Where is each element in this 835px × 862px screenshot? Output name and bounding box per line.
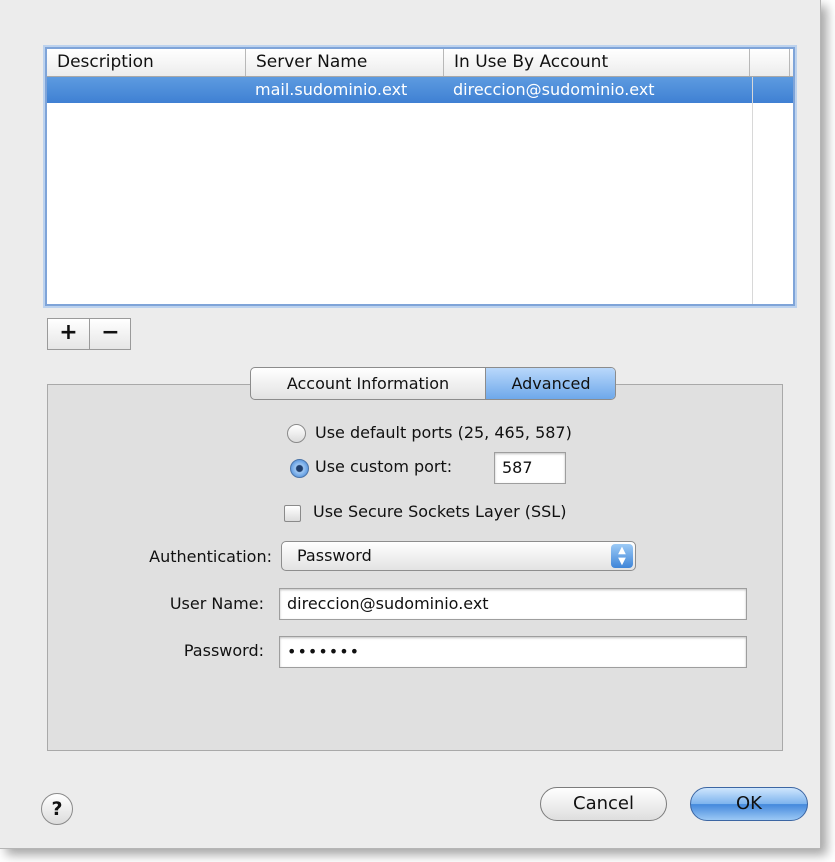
cancel-button[interactable]: Cancel <box>540 787 667 821</box>
table-header: Description Server Name In Use By Accoun… <box>47 49 793 77</box>
add-remove-control: + − <box>47 318 131 350</box>
password-label: Password: <box>183 641 264 660</box>
cell-description <box>47 77 246 103</box>
cell-server-name: mail.sudominio.ext <box>255 80 408 99</box>
add-server-button[interactable]: + <box>48 319 89 349</box>
help-button[interactable]: ? <box>41 793 73 825</box>
column-header-spacer <box>750 49 790 76</box>
password-field[interactable]: ••••••• <box>279 636 747 668</box>
ssl-checkbox[interactable] <box>284 505 301 522</box>
authentication-label: Authentication: <box>149 547 272 566</box>
remove-server-button[interactable]: − <box>90 319 131 349</box>
cell-account: direccion@sudominio.ext <box>453 80 655 99</box>
tab-advanced[interactable]: Advanced <box>485 368 615 399</box>
smtp-server-dialog: Description Server Name In Use By Accoun… <box>0 0 821 849</box>
ok-button[interactable]: OK <box>690 787 808 821</box>
custom-port-radio[interactable] <box>290 459 309 478</box>
ssl-label: Use Secure Sockets Layer (SSL) <box>313 502 567 521</box>
username-field[interactable]: direccion@sudominio.ext <box>279 588 747 620</box>
tab-control: Account Information Advanced <box>250 367 616 400</box>
default-ports-label: Use default ports (25, 465, 587) <box>315 423 572 442</box>
custom-port-field[interactable]: 587 <box>494 452 566 484</box>
authentication-select[interactable]: Password ▲ ▼ <box>281 541 636 571</box>
column-header-server-name[interactable]: Server Name <box>246 49 444 76</box>
custom-port-label: Use custom port: <box>315 457 453 476</box>
column-header-description[interactable]: Description <box>47 49 246 76</box>
column-header-account[interactable]: In Use By Account <box>444 49 750 76</box>
default-ports-radio[interactable] <box>287 424 306 443</box>
tab-account-information[interactable]: Account Information <box>251 368 485 399</box>
table-row[interactable]: mail.sudominio.ext direccion@sudominio.e… <box>47 77 793 103</box>
up-down-arrows-icon: ▲ ▼ <box>611 544 633 568</box>
authentication-value: Password <box>297 546 372 565</box>
username-label: User Name: <box>169 594 264 613</box>
column-divider <box>752 77 753 304</box>
smtp-server-table[interactable]: Description Server Name In Use By Accoun… <box>45 47 795 306</box>
